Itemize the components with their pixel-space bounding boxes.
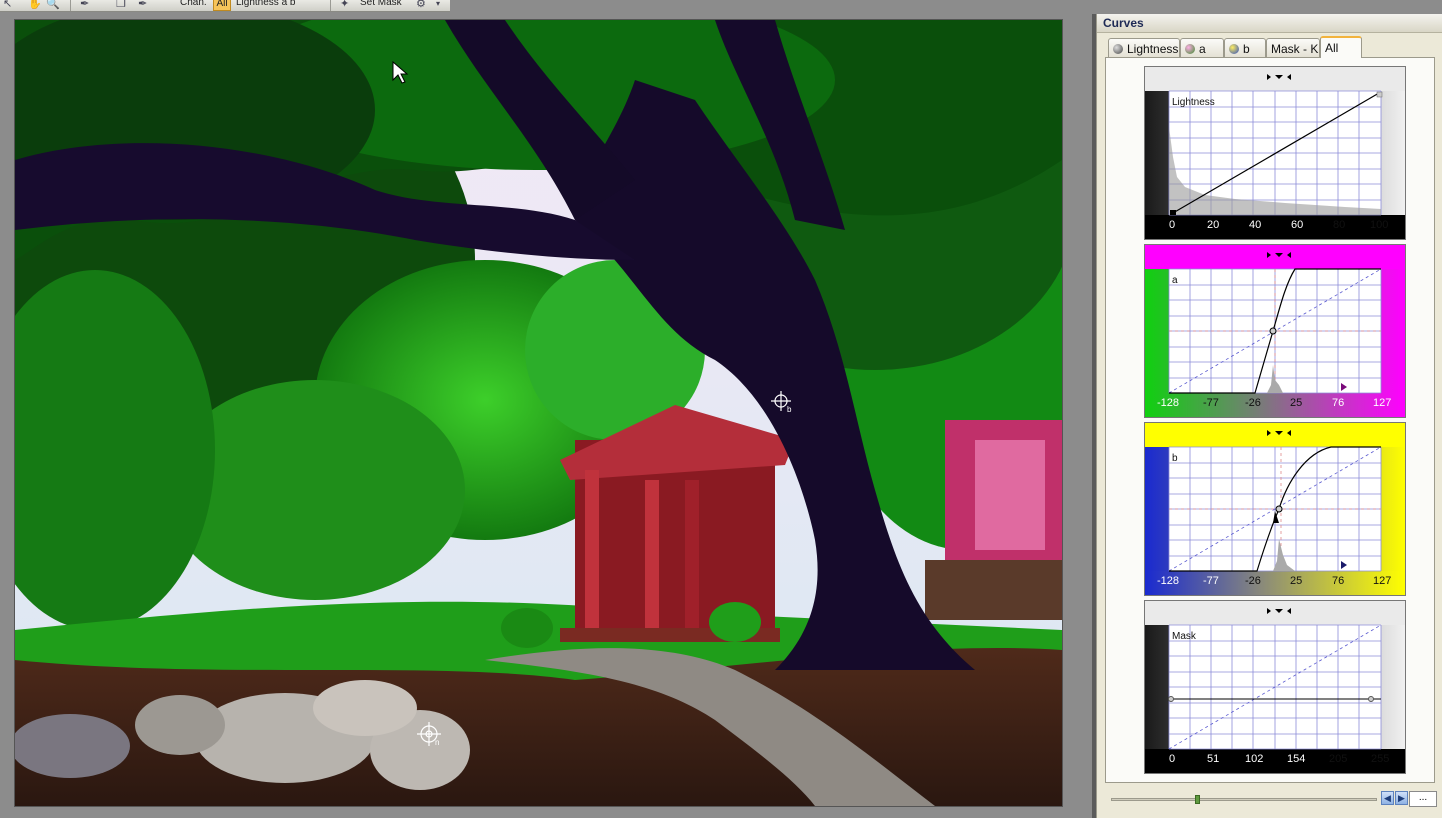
tab-lightness[interactable]: Lightness <box>1108 38 1180 57</box>
tick-label: 127 <box>1373 397 1392 409</box>
curve-channel-label: Lightness <box>1172 97 1215 108</box>
tick-label: -128 <box>1157 575 1180 587</box>
tick-label: -77 <box>1203 397 1219 409</box>
tick-label: 205 <box>1329 753 1348 765</box>
tick-label: 76 <box>1332 575 1345 587</box>
tab-label: All <box>1325 41 1339 55</box>
channel-label: Chan. <box>180 0 207 8</box>
curve-channel-label: b <box>1172 453 1178 464</box>
photo-preview: b n <box>15 20 1062 806</box>
tab-mask-k[interactable]: Mask - K <box>1266 38 1320 57</box>
zoom-slider-thumb[interactable] <box>1195 795 1200 804</box>
tab-a[interactable]: a <box>1180 38 1224 57</box>
tick-label: 25 <box>1290 397 1303 409</box>
panel-bottom-bar: ◀ ▶ ... <box>1105 790 1437 810</box>
eyedropper-icon[interactable]: ✒ <box>80 0 89 10</box>
tick-label: 102 <box>1245 753 1264 765</box>
tick-label: 60 <box>1291 219 1304 231</box>
channel-all-button[interactable]: All <box>213 0 231 11</box>
curves-panel: Curves Lightness a b Mask - K All Lightn… <box>1096 14 1442 818</box>
arrow-tool-icon[interactable]: ↖ <box>3 0 12 10</box>
settings-icon[interactable]: ⚙ <box>416 0 426 10</box>
tick-label: 80 <box>1333 219 1346 231</box>
tab-all[interactable]: All <box>1320 36 1362 58</box>
tab-b[interactable]: b <box>1224 38 1266 57</box>
channel-options[interactable]: Lightness a b <box>236 0 296 8</box>
hand-tool-icon[interactable]: ✋ <box>28 0 42 10</box>
image-canvas[interactable]: b n <box>14 19 1063 807</box>
tick-label: 0 <box>1169 219 1176 231</box>
panel-title: Curves <box>1097 14 1442 33</box>
tick-label: -77 <box>1203 575 1219 587</box>
lightness-ball-icon <box>1113 44 1123 54</box>
next-button[interactable]: ▶ <box>1395 791 1408 805</box>
curve-channel-label: a <box>1172 275 1178 286</box>
tab-label: a <box>1199 42 1206 56</box>
lightness-curve-editor[interactable]: Lightness 0 20 40 60 80 100 <box>1144 66 1406 240</box>
photo-editor-window: ↖ ✋ 🔍 ✒ ❐ ✒ Chan. All Lightness a b ✦ Se… <box>0 0 1442 818</box>
toolbar-divider <box>70 0 71 11</box>
svg-text:n: n <box>435 738 439 747</box>
tick-label: 154 <box>1287 753 1306 765</box>
tick-label: 51 <box>1207 753 1220 765</box>
set-mask-button[interactable]: Set Mask <box>360 0 402 8</box>
copy-icon[interactable]: ❐ <box>116 0 126 10</box>
tab-label: Mask - K <box>1271 42 1319 56</box>
zoom-tool-icon[interactable]: 🔍 <box>46 0 60 10</box>
tick-label: 100 <box>1370 219 1389 231</box>
a-curve-editor[interactable]: a -128 -77 -26 25 76 127 <box>1144 244 1406 418</box>
zoom-slider[interactable] <box>1111 798 1377 801</box>
lightness-curve-graph[interactable] <box>1145 67 1405 239</box>
brush-icon[interactable]: ✒ <box>138 0 147 10</box>
b-channel-ball-icon <box>1229 44 1239 54</box>
b-curve-editor[interactable]: b -128 -77 -26 25 76 127 <box>1144 422 1406 596</box>
tick-label: -128 <box>1157 397 1180 409</box>
mask-icon[interactable]: ✦ <box>340 0 349 10</box>
mask-curve-graph[interactable] <box>1145 601 1405 773</box>
curve-channel-label: Mask <box>1172 631 1196 642</box>
a-channel-ball-icon <box>1185 44 1195 54</box>
more-options-button[interactable]: ... <box>1409 791 1437 807</box>
b-curve-graph[interactable] <box>1145 423 1405 595</box>
mask-curve-editor[interactable]: Mask 0 51 102 154 205 255 <box>1144 600 1406 774</box>
tick-label: -26 <box>1245 397 1261 409</box>
chevron-down-icon[interactable]: ▾ <box>436 0 440 8</box>
tick-label: 25 <box>1290 575 1303 587</box>
tick-label: 40 <box>1249 219 1262 231</box>
tick-label: 127 <box>1373 575 1392 587</box>
svg-text:b: b <box>787 405 792 414</box>
tick-label: 255 <box>1371 753 1390 765</box>
tick-label: 76 <box>1332 397 1345 409</box>
previous-button[interactable]: ◀ <box>1381 791 1394 805</box>
tab-label: b <box>1243 42 1250 56</box>
tick-label: 0 <box>1169 753 1176 765</box>
tab-label: Lightness <box>1127 42 1179 56</box>
top-toolbar: ↖ ✋ 🔍 ✒ ❐ ✒ Chan. All Lightness a b ✦ Se… <box>0 0 450 12</box>
toolbar-divider <box>330 0 331 11</box>
a-curve-graph[interactable] <box>1145 245 1405 417</box>
curves-tab-content: Lightness 0 20 40 60 80 100 a -128 -77 -… <box>1105 57 1435 783</box>
tick-label: 20 <box>1207 219 1220 231</box>
tick-label: -26 <box>1245 575 1261 587</box>
